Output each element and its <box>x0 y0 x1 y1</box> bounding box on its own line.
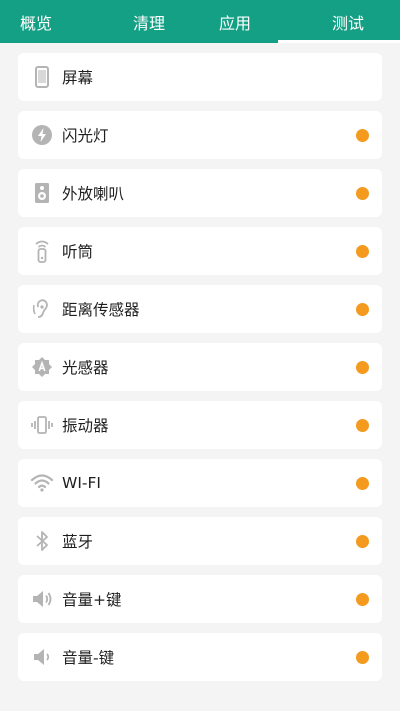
test-item-label: 距离传感器 <box>62 301 140 319</box>
tab-label: 清理 <box>132 13 165 33</box>
status-dot <box>356 360 369 374</box>
test-item-label: 音量+键 <box>62 591 122 609</box>
status-dot <box>356 534 369 548</box>
tab-label: 概览 <box>20 13 53 33</box>
tab-clean[interactable]: 清理 <box>106 0 192 43</box>
status-dot <box>356 476 369 490</box>
test-item-label: 屏幕 <box>62 69 94 87</box>
status-dot <box>356 186 369 200</box>
volume-down-icon <box>30 645 54 669</box>
tab-apps[interactable]: 应用 <box>192 0 278 43</box>
test-item-volume-down[interactable]: 音量-键 <box>18 633 382 681</box>
test-item-label: 外放喇叭 <box>62 185 125 203</box>
status-dot <box>356 650 369 664</box>
status-dot <box>356 244 369 258</box>
flash-icon <box>30 123 54 147</box>
earpiece-icon <box>30 239 54 263</box>
test-item-label: WI-FI <box>62 474 101 492</box>
status-dot <box>356 302 369 316</box>
wifi-icon <box>30 471 54 495</box>
test-item-proximity-sensor[interactable]: 距离传感器 <box>18 285 382 333</box>
phone-screen-icon <box>30 65 54 89</box>
test-item-vibrator[interactable]: 振动器 <box>18 401 382 449</box>
auto-brightness-icon <box>30 355 54 379</box>
test-item-wifi[interactable]: WI-FI <box>18 459 382 507</box>
test-item-speaker[interactable]: 外放喇叭 <box>18 169 382 217</box>
test-item-bluetooth[interactable]: 蓝牙 <box>18 517 382 565</box>
test-item-label: 听筒 <box>62 243 94 261</box>
test-item-volume-up[interactable]: 音量+键 <box>18 575 382 623</box>
tab-label: 应用 <box>218 13 251 33</box>
status-dot <box>356 592 369 606</box>
tab-test[interactable]: 测试 <box>278 0 400 43</box>
test-item-earpiece[interactable]: 听筒 <box>18 227 382 275</box>
volume-up-icon <box>30 587 54 611</box>
ear-sensor-icon <box>30 297 54 321</box>
test-item-label: 振动器 <box>62 417 109 435</box>
test-item-light-sensor[interactable]: 光感器 <box>18 343 382 391</box>
test-item-label: 蓝牙 <box>62 533 94 551</box>
test-item-label: 光感器 <box>62 359 109 377</box>
test-item-flash[interactable]: 闪光灯 <box>18 111 382 159</box>
tab-overview[interactable]: 概览 <box>0 0 106 43</box>
tab-indicator <box>278 40 400 43</box>
test-item-screen[interactable]: 屏幕 <box>18 53 382 101</box>
status-dot <box>356 128 369 142</box>
speaker-icon <box>30 181 54 205</box>
test-item-label: 音量-键 <box>62 649 115 667</box>
test-item-label: 闪光灯 <box>62 127 109 145</box>
bluetooth-icon <box>30 529 54 553</box>
vibrate-icon <box>30 413 54 437</box>
test-list: 屏幕 闪光灯 外放喇叭 听筒 距离传感器 光感器 振动器 WI-FI 蓝牙 音量… <box>18 53 382 691</box>
tab-bar: 概览 清理 应用 测试 <box>0 0 400 43</box>
status-dot <box>356 418 369 432</box>
tab-label: 测试 <box>331 13 364 33</box>
